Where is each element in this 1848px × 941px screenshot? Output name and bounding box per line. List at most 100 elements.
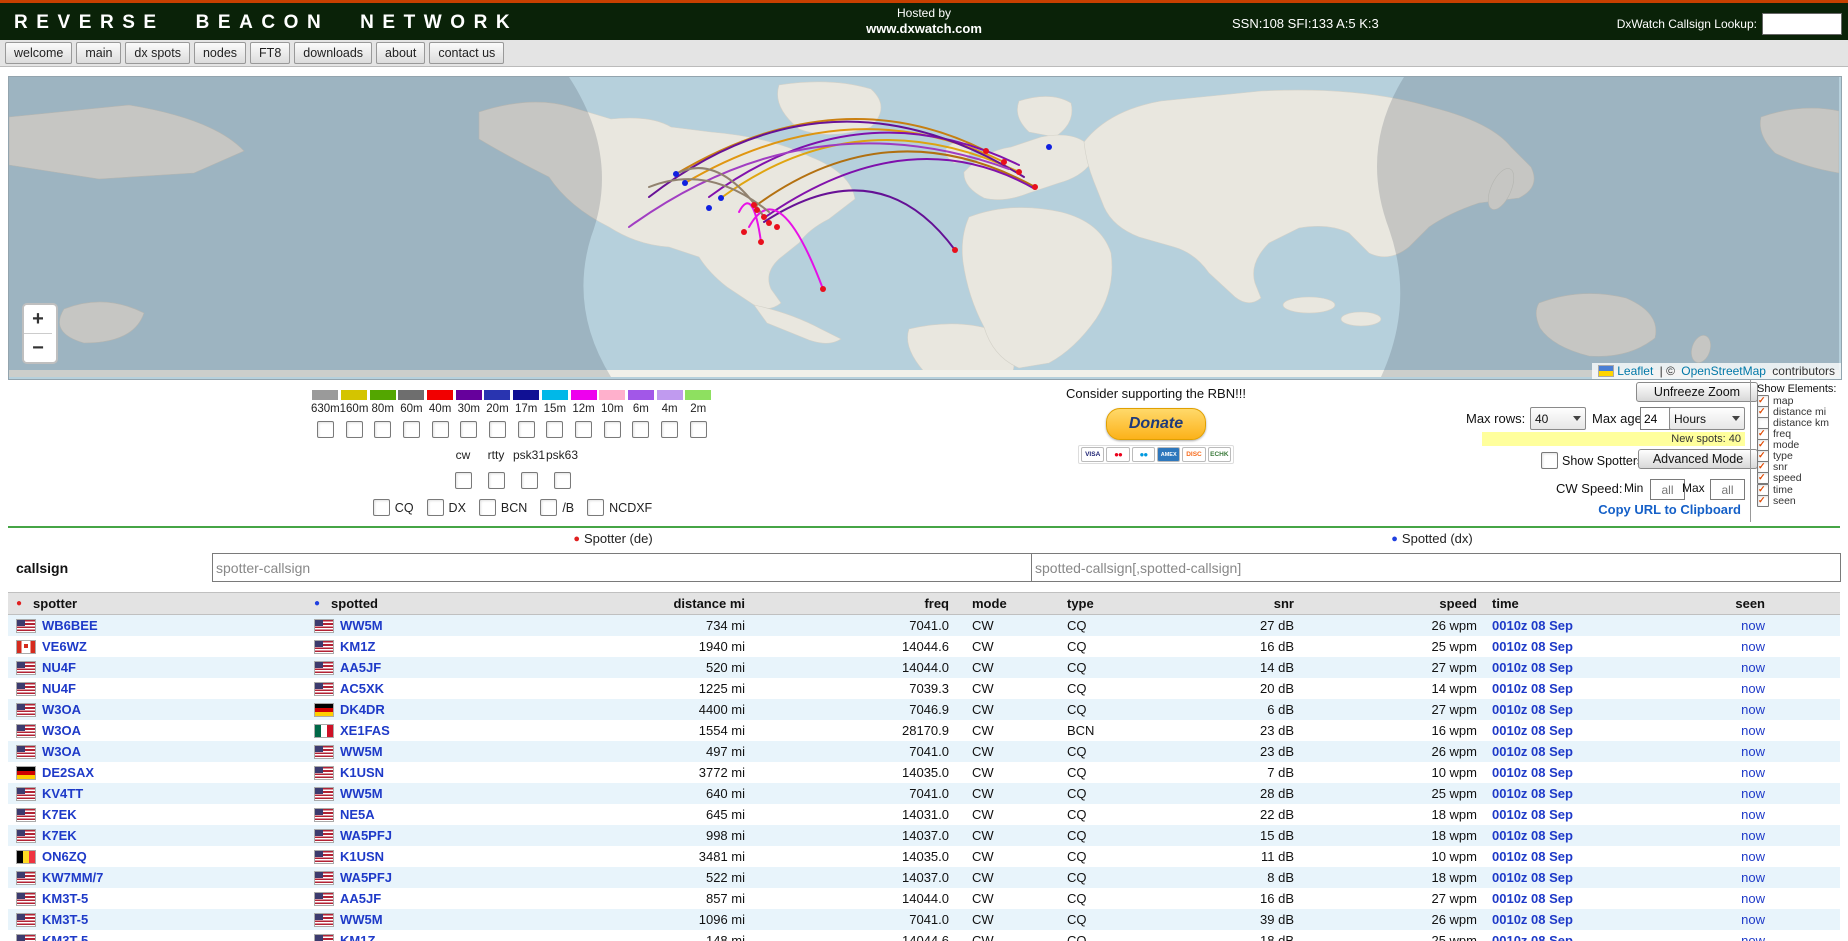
spot-time-link[interactable]: 0010z 08 Sep bbox=[1492, 660, 1573, 675]
spotter-callsign-link[interactable]: KW7MM/7 bbox=[42, 870, 103, 885]
leaflet-link[interactable]: Leaflet bbox=[1617, 364, 1653, 378]
spot-time-link[interactable]: 0010z 08 Sep bbox=[1492, 828, 1573, 843]
spot-time-link[interactable]: 0010z 08 Sep bbox=[1492, 891, 1573, 906]
show-spotters-checkbox[interactable] bbox=[1541, 452, 1558, 469]
type-checkbox-bcn[interactable] bbox=[479, 499, 496, 516]
spot-time-link[interactable]: 0010z 08 Sep bbox=[1492, 786, 1573, 801]
nav-item-welcome[interactable]: welcome bbox=[5, 42, 72, 64]
seen-link[interactable]: now bbox=[1741, 891, 1765, 906]
spotter-callsign-link[interactable]: KM3T-5 bbox=[42, 891, 88, 906]
spot-time-link[interactable]: 0010z 08 Sep bbox=[1492, 618, 1573, 633]
band-checkbox-30m[interactable] bbox=[460, 421, 477, 438]
spotted-callsign-link[interactable]: KM1Z bbox=[340, 933, 375, 941]
band-checkbox-20m[interactable] bbox=[489, 421, 506, 438]
nav-item-contact-us[interactable]: contact us bbox=[429, 42, 504, 64]
spot-time-link[interactable]: 0010z 08 Sep bbox=[1492, 912, 1573, 927]
spotted-callsign-input[interactable] bbox=[1031, 553, 1841, 582]
propagation-map[interactable]: + − Leaflet | © OpenStreetMap contributo… bbox=[8, 76, 1842, 380]
cw-min-input[interactable] bbox=[1650, 479, 1685, 500]
seen-link[interactable]: now bbox=[1741, 660, 1765, 675]
spot-time-link[interactable]: 0010z 08 Sep bbox=[1492, 702, 1573, 717]
advanced-mode-button[interactable]: Advanced Mode bbox=[1638, 449, 1758, 469]
spotted-callsign-link[interactable]: NE5A bbox=[340, 807, 375, 822]
seen-link[interactable]: now bbox=[1741, 912, 1765, 927]
spotter-callsign-link[interactable]: NU4F bbox=[42, 681, 76, 696]
max-rows-select[interactable]: 40 bbox=[1530, 407, 1586, 430]
spotted-callsign-link[interactable]: AC5XK bbox=[340, 681, 384, 696]
spot-time-link[interactable]: 0010z 08 Sep bbox=[1492, 765, 1573, 780]
spotted-callsign-link[interactable]: WW5M bbox=[340, 744, 383, 759]
seen-link[interactable]: now bbox=[1741, 870, 1765, 885]
cw-max-input[interactable] bbox=[1710, 479, 1745, 500]
seen-link[interactable]: now bbox=[1741, 786, 1765, 801]
band-checkbox-6m[interactable] bbox=[632, 421, 649, 438]
type-checkbox-cq[interactable] bbox=[373, 499, 390, 516]
spotted-callsign-link[interactable]: WW5M bbox=[340, 912, 383, 927]
band-checkbox-12m[interactable] bbox=[575, 421, 592, 438]
spotter-callsign-link[interactable]: DE2SAX bbox=[42, 765, 94, 780]
type-checkbox-dx[interactable] bbox=[427, 499, 444, 516]
mode-checkbox-psk63[interactable] bbox=[554, 472, 571, 489]
mode-checkbox-psk31[interactable] bbox=[521, 472, 538, 489]
mode-checkbox-cw[interactable] bbox=[455, 472, 472, 489]
band-checkbox-80m[interactable] bbox=[374, 421, 391, 438]
max-age-unit-select[interactable]: Hours bbox=[1669, 407, 1745, 430]
spot-time-link[interactable]: 0010z 08 Sep bbox=[1492, 744, 1573, 759]
nav-item-dx-spots[interactable]: dx spots bbox=[125, 42, 190, 64]
copy-url-link[interactable]: Copy URL to Clipboard bbox=[1591, 502, 1741, 517]
spotted-callsign-link[interactable]: K1USN bbox=[340, 765, 384, 780]
spotted-callsign-link[interactable]: WW5M bbox=[340, 786, 383, 801]
show-element-checkbox[interactable] bbox=[1757, 495, 1769, 507]
spotted-callsign-link[interactable]: XE1FAS bbox=[340, 723, 390, 738]
nav-item-downloads[interactable]: downloads bbox=[294, 42, 372, 64]
mode-checkbox-rtty[interactable] bbox=[488, 472, 505, 489]
band-checkbox-630m[interactable] bbox=[317, 421, 334, 438]
seen-link[interactable]: now bbox=[1741, 849, 1765, 864]
spotter-callsign-link[interactable]: ON6ZQ bbox=[42, 849, 87, 864]
spotted-callsign-link[interactable]: WW5M bbox=[340, 618, 383, 633]
spotter-callsign-link[interactable]: K7EK bbox=[42, 807, 77, 822]
spotter-callsign-link[interactable]: VE6WZ bbox=[42, 639, 87, 654]
seen-link[interactable]: now bbox=[1741, 618, 1765, 633]
band-checkbox-4m[interactable] bbox=[661, 421, 678, 438]
spotter-callsign-link[interactable]: WB6BEE bbox=[42, 618, 98, 633]
max-age-input[interactable] bbox=[1640, 407, 1672, 430]
spotter-callsign-link[interactable]: NU4F bbox=[42, 660, 76, 675]
spotted-callsign-link[interactable]: KM1Z bbox=[340, 639, 375, 654]
lookup-input[interactable] bbox=[1762, 13, 1842, 35]
spot-time-link[interactable]: 0010z 08 Sep bbox=[1492, 870, 1573, 885]
spotter-callsign-link[interactable]: W3OA bbox=[42, 723, 81, 738]
spot-time-link[interactable]: 0010z 08 Sep bbox=[1492, 933, 1573, 941]
spot-time-link[interactable]: 0010z 08 Sep bbox=[1492, 681, 1573, 696]
band-checkbox-160m[interactable] bbox=[346, 421, 363, 438]
spot-time-link[interactable]: 0010z 08 Sep bbox=[1492, 849, 1573, 864]
spotter-callsign-link[interactable]: KM3T-5 bbox=[42, 933, 88, 941]
seen-link[interactable]: now bbox=[1741, 765, 1765, 780]
band-checkbox-10m[interactable] bbox=[604, 421, 621, 438]
spot-time-link[interactable]: 0010z 08 Sep bbox=[1492, 807, 1573, 822]
spotter-callsign-link[interactable]: KM3T-5 bbox=[42, 912, 88, 927]
spotter-callsign-link[interactable]: W3OA bbox=[42, 702, 81, 717]
spotted-callsign-link[interactable]: AA5JF bbox=[340, 891, 381, 906]
seen-link[interactable]: now bbox=[1741, 828, 1765, 843]
seen-link[interactable]: now bbox=[1741, 639, 1765, 654]
type-checkbox-ncdxf[interactable] bbox=[587, 499, 604, 516]
nav-item-nodes[interactable]: nodes bbox=[194, 42, 246, 64]
band-checkbox-15m[interactable] bbox=[546, 421, 563, 438]
hosted-by-link[interactable]: www.dxwatch.com bbox=[866, 21, 982, 37]
seen-link[interactable]: now bbox=[1741, 723, 1765, 738]
seen-link[interactable]: now bbox=[1741, 681, 1765, 696]
seen-link[interactable]: now bbox=[1741, 807, 1765, 822]
spotter-callsign-link[interactable]: KV4TT bbox=[42, 786, 83, 801]
band-checkbox-2m[interactable] bbox=[690, 421, 707, 438]
seen-link[interactable]: now bbox=[1741, 933, 1765, 941]
nav-item-ft8[interactable]: FT8 bbox=[250, 42, 290, 64]
spotted-callsign-link[interactable]: WA5PFJ bbox=[340, 828, 392, 843]
nav-item-about[interactable]: about bbox=[376, 42, 425, 64]
type-checkbox-b[interactable] bbox=[540, 499, 557, 516]
band-checkbox-60m[interactable] bbox=[403, 421, 420, 438]
nav-item-main[interactable]: main bbox=[76, 42, 121, 64]
band-checkbox-40m[interactable] bbox=[432, 421, 449, 438]
paypal-donate-button[interactable]: Donate bbox=[1106, 408, 1206, 440]
spot-time-link[interactable]: 0010z 08 Sep bbox=[1492, 723, 1573, 738]
